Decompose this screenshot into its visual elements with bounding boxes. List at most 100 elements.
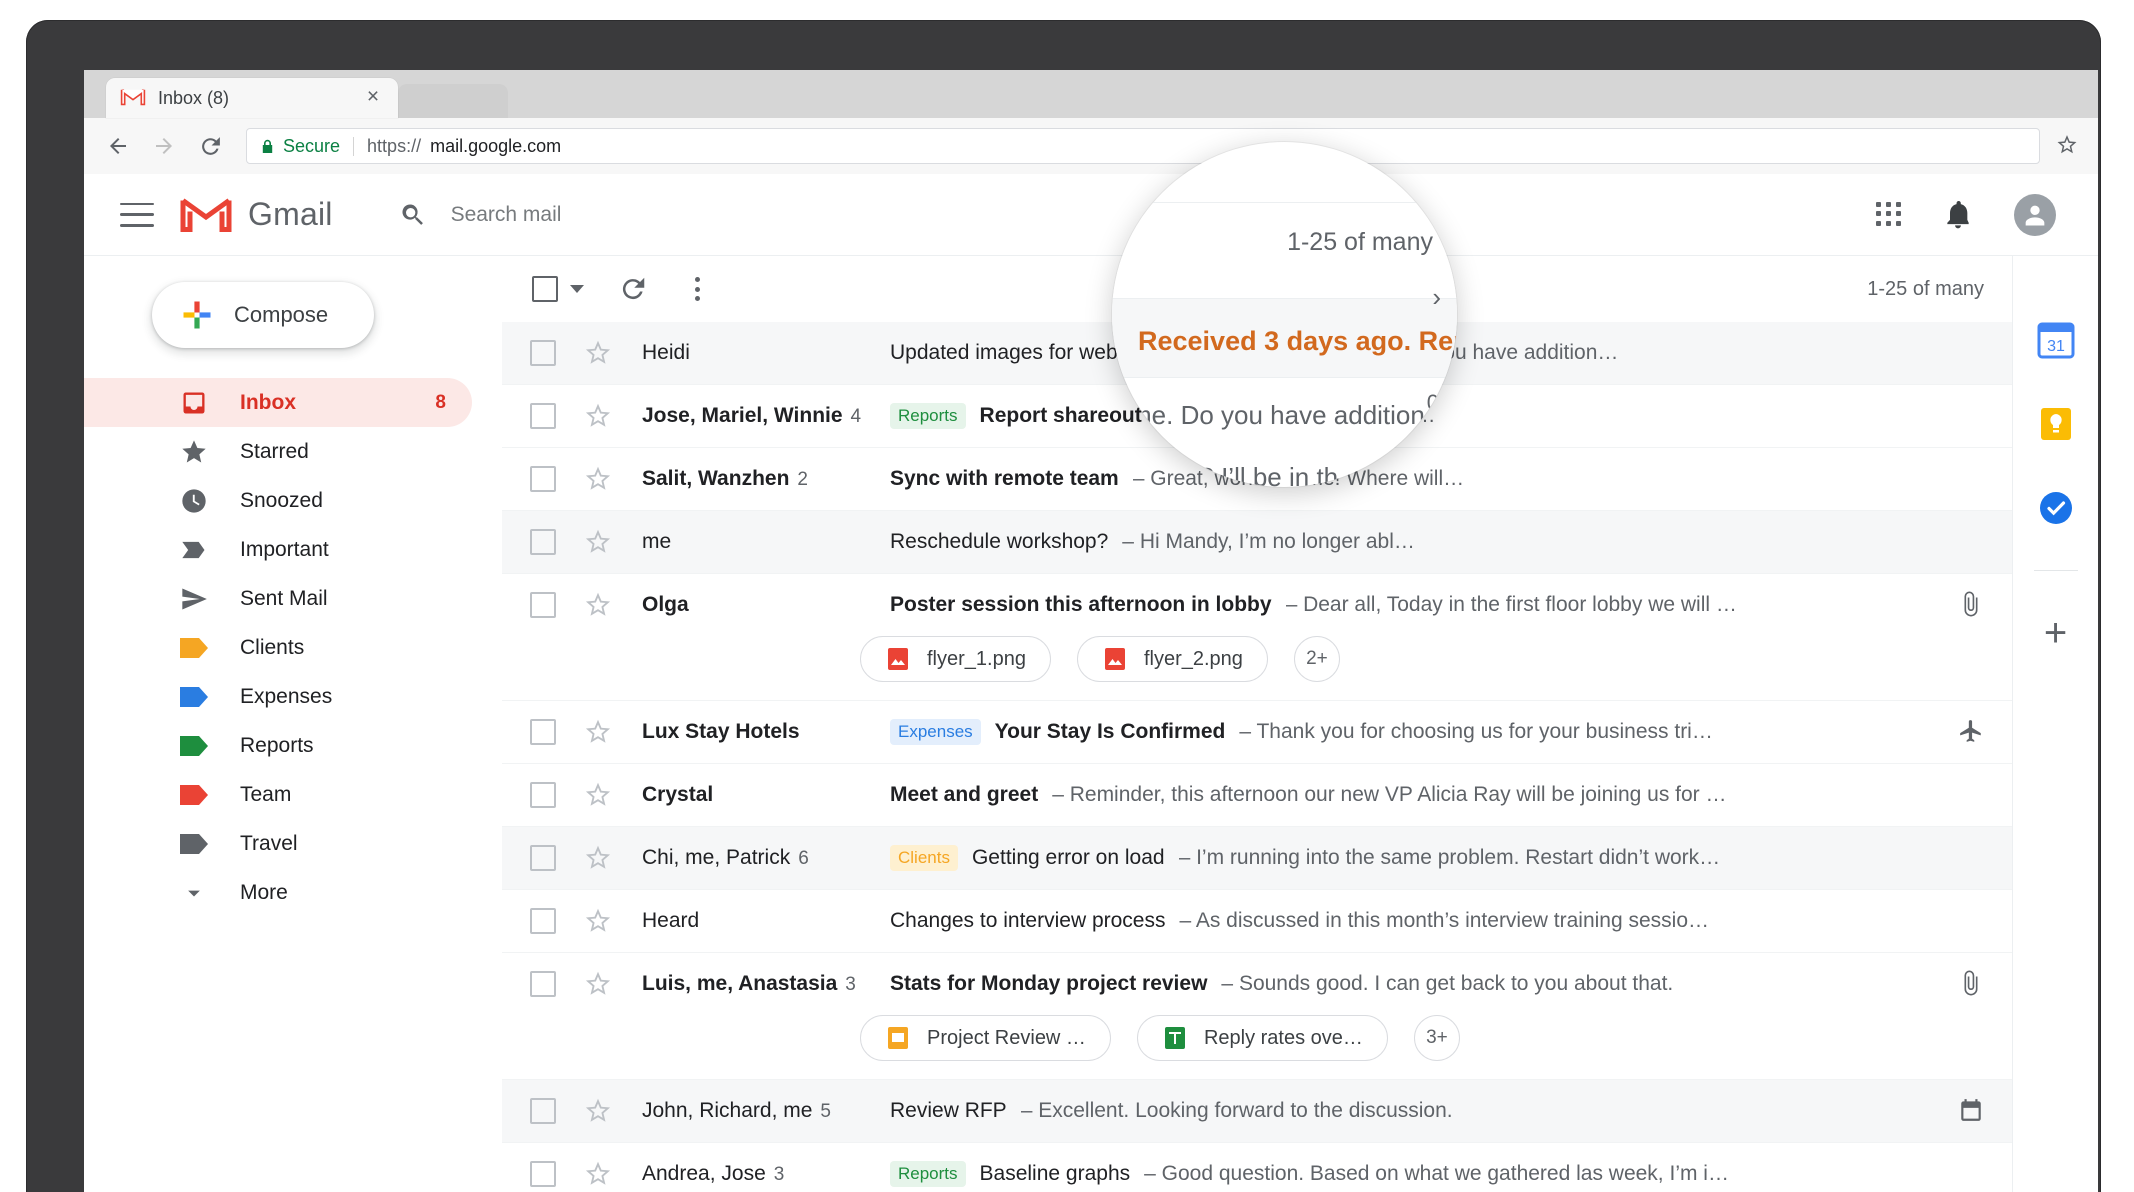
row-checkbox[interactable] xyxy=(530,403,556,429)
attachment-chip[interactable]: flyer_2.png xyxy=(1076,636,1268,682)
sidebar-item-inbox[interactable]: Inbox 8 xyxy=(84,378,472,427)
star-icon[interactable] xyxy=(584,590,614,620)
google-keep-icon[interactable] xyxy=(2034,402,2078,446)
table-row[interactable]: Heard Changes to interview process – As … xyxy=(502,890,2098,953)
row-checkbox[interactable] xyxy=(530,466,556,492)
important-icon xyxy=(180,535,210,565)
sidebar-item-label: Important xyxy=(240,537,329,561)
label-icon xyxy=(180,682,210,712)
attachment-chip[interactable]: Reply rates ove… xyxy=(1136,1015,1388,1061)
subject: Meet and greet xyxy=(890,783,1039,806)
sender-names: Lux Stay Hotels xyxy=(642,720,800,743)
reload-icon[interactable] xyxy=(194,130,226,162)
account-avatar-icon[interactable] xyxy=(2014,193,2056,236)
thread-count: 3 xyxy=(773,1164,785,1185)
sidebar-item-label: Expenses xyxy=(240,684,333,708)
screenshot-root: Inbox (8) × Secure https:// mail.google.… xyxy=(0,0,2134,1192)
row-checkbox[interactable] xyxy=(530,1098,556,1124)
attachment-chip[interactable]: flyer_1.png xyxy=(860,636,1051,682)
more-vertical-icon[interactable] xyxy=(682,277,712,301)
star-icon[interactable] xyxy=(584,464,614,494)
divider xyxy=(353,136,355,156)
sidebar-item-team[interactable]: Team xyxy=(84,770,472,819)
table-row[interactable]: Luis, me, Anastasia 3 Stats for Monday pr… xyxy=(502,953,2098,1080)
label-chip[interactable]: Reports xyxy=(890,403,966,429)
attachment-name: flyer_1.png xyxy=(927,647,1026,670)
google-apps-grid-icon[interactable] xyxy=(1409,170,1431,192)
star-icon[interactable] xyxy=(584,843,614,873)
row-checkbox[interactable] xyxy=(530,340,556,366)
sidebar-item-label: Snoozed xyxy=(240,488,323,512)
sidebar-item-clients[interactable]: Clients xyxy=(84,623,472,672)
new-tab-area[interactable] xyxy=(398,84,508,118)
magnifier-snippet: me. Do you have addition… xyxy=(1130,400,1451,430)
google-calendar-icon[interactable]: 31 xyxy=(2034,318,2078,362)
star-icon[interactable] xyxy=(584,969,614,999)
label-chip[interactable]: Expenses xyxy=(890,719,981,745)
star-icon[interactable] xyxy=(584,1159,614,1189)
sidebar-item-reports[interactable]: Reports xyxy=(84,721,472,770)
table-row[interactable]: Chi, me, Patrick 6 Clients Getting error … xyxy=(502,827,2098,890)
sidebar-item-label: More xyxy=(240,880,288,904)
star-icon[interactable] xyxy=(584,1096,614,1126)
row-checkbox[interactable] xyxy=(530,529,556,555)
row-checkbox[interactable] xyxy=(530,845,556,871)
back-arrow-icon[interactable] xyxy=(102,130,134,162)
close-icon[interactable]: × xyxy=(362,86,384,109)
sidebar-item-sent-mail[interactable]: Sent Mail xyxy=(84,574,472,623)
table-row[interactable]: me Reschedule workshop? – Hi Mandy, I’m … xyxy=(502,511,2098,574)
hamburger-menu-icon[interactable] xyxy=(120,202,154,227)
browser-tab-strip: Inbox (8) × xyxy=(84,70,2098,118)
star-icon[interactable] xyxy=(584,401,614,431)
star-icon[interactable] xyxy=(584,527,614,557)
star-icon[interactable] xyxy=(584,717,614,747)
table-row[interactable]: Olga Poster session this afternoon in lo… xyxy=(502,574,2098,701)
attachment-more-count[interactable]: 2+ xyxy=(1293,636,1340,682)
chevron-down-icon[interactable] xyxy=(570,285,584,293)
sheets-file-icon xyxy=(1162,1025,1188,1051)
table-row[interactable]: Crystal Meet and greet – Reminder, this … xyxy=(502,764,2098,827)
star-outline-icon[interactable] xyxy=(2054,133,2080,159)
label-icon xyxy=(180,829,210,859)
attachment-more-count[interactable]: 3+ xyxy=(1413,1015,1460,1061)
star-icon[interactable] xyxy=(584,780,614,810)
star-icon[interactable] xyxy=(584,906,614,936)
compose-button[interactable]: Compose xyxy=(152,282,374,348)
screen: Inbox (8) × Secure https:// mail.google.… xyxy=(84,70,2098,1192)
table-row[interactable]: Andrea, Jose 3 Reports Baseline graphs – … xyxy=(502,1143,2098,1192)
attachment-chip[interactable]: Project Review … xyxy=(860,1015,1111,1061)
snippet: – Thank you for choosing us for your bus… xyxy=(1239,720,1713,743)
sidebar-item-label: Reports xyxy=(240,733,314,757)
browser-tab[interactable]: Inbox (8) × xyxy=(106,78,398,118)
forward-arrow-icon[interactable] xyxy=(148,130,180,162)
label-chip[interactable]: Reports xyxy=(890,1161,966,1187)
sidebar-item-more[interactable]: More xyxy=(84,868,472,917)
plus-icon[interactable]: + xyxy=(2034,611,2078,655)
row-checkbox[interactable] xyxy=(530,592,556,618)
label-icon xyxy=(180,633,210,663)
sidebar-item-important[interactable]: Important xyxy=(84,525,472,574)
table-row[interactable]: Lux Stay Hotels Expenses Your Stay Is Co… xyxy=(502,701,2098,764)
chevron-right-icon[interactable]: › xyxy=(1432,282,1441,313)
sender-names: Luis, me, Anastasia 3 xyxy=(642,972,856,995)
sender-names: Chi, me, Patrick 6 xyxy=(642,846,809,869)
select-all-checkbox[interactable] xyxy=(532,276,558,302)
star-icon[interactable] xyxy=(584,338,614,368)
sidebar-item-expenses[interactable]: Expenses xyxy=(84,672,472,721)
table-row[interactable]: John, Richard, me 5 Review RFP – Excellen… xyxy=(502,1080,2098,1143)
row-checkbox[interactable] xyxy=(530,971,556,997)
google-apps-grid-icon[interactable] xyxy=(1876,201,1902,228)
label-chip[interactable]: Clients xyxy=(890,845,958,871)
sidebar-item-snoozed[interactable]: Snoozed xyxy=(84,476,472,525)
row-checkbox[interactable] xyxy=(530,908,556,934)
sender-names: Heidi xyxy=(642,341,690,364)
row-checkbox[interactable] xyxy=(530,782,556,808)
row-checkbox[interactable] xyxy=(530,719,556,745)
refresh-icon[interactable] xyxy=(618,274,648,304)
row-checkbox[interactable] xyxy=(530,1161,556,1187)
sidebar-item-starred[interactable]: Starred xyxy=(84,427,472,476)
bell-icon[interactable] xyxy=(1942,199,1974,231)
sender-names: Jose, Mariel, Winnie 4 xyxy=(642,404,862,427)
google-tasks-icon[interactable] xyxy=(2034,486,2078,530)
sidebar-item-travel[interactable]: Travel xyxy=(84,819,472,868)
